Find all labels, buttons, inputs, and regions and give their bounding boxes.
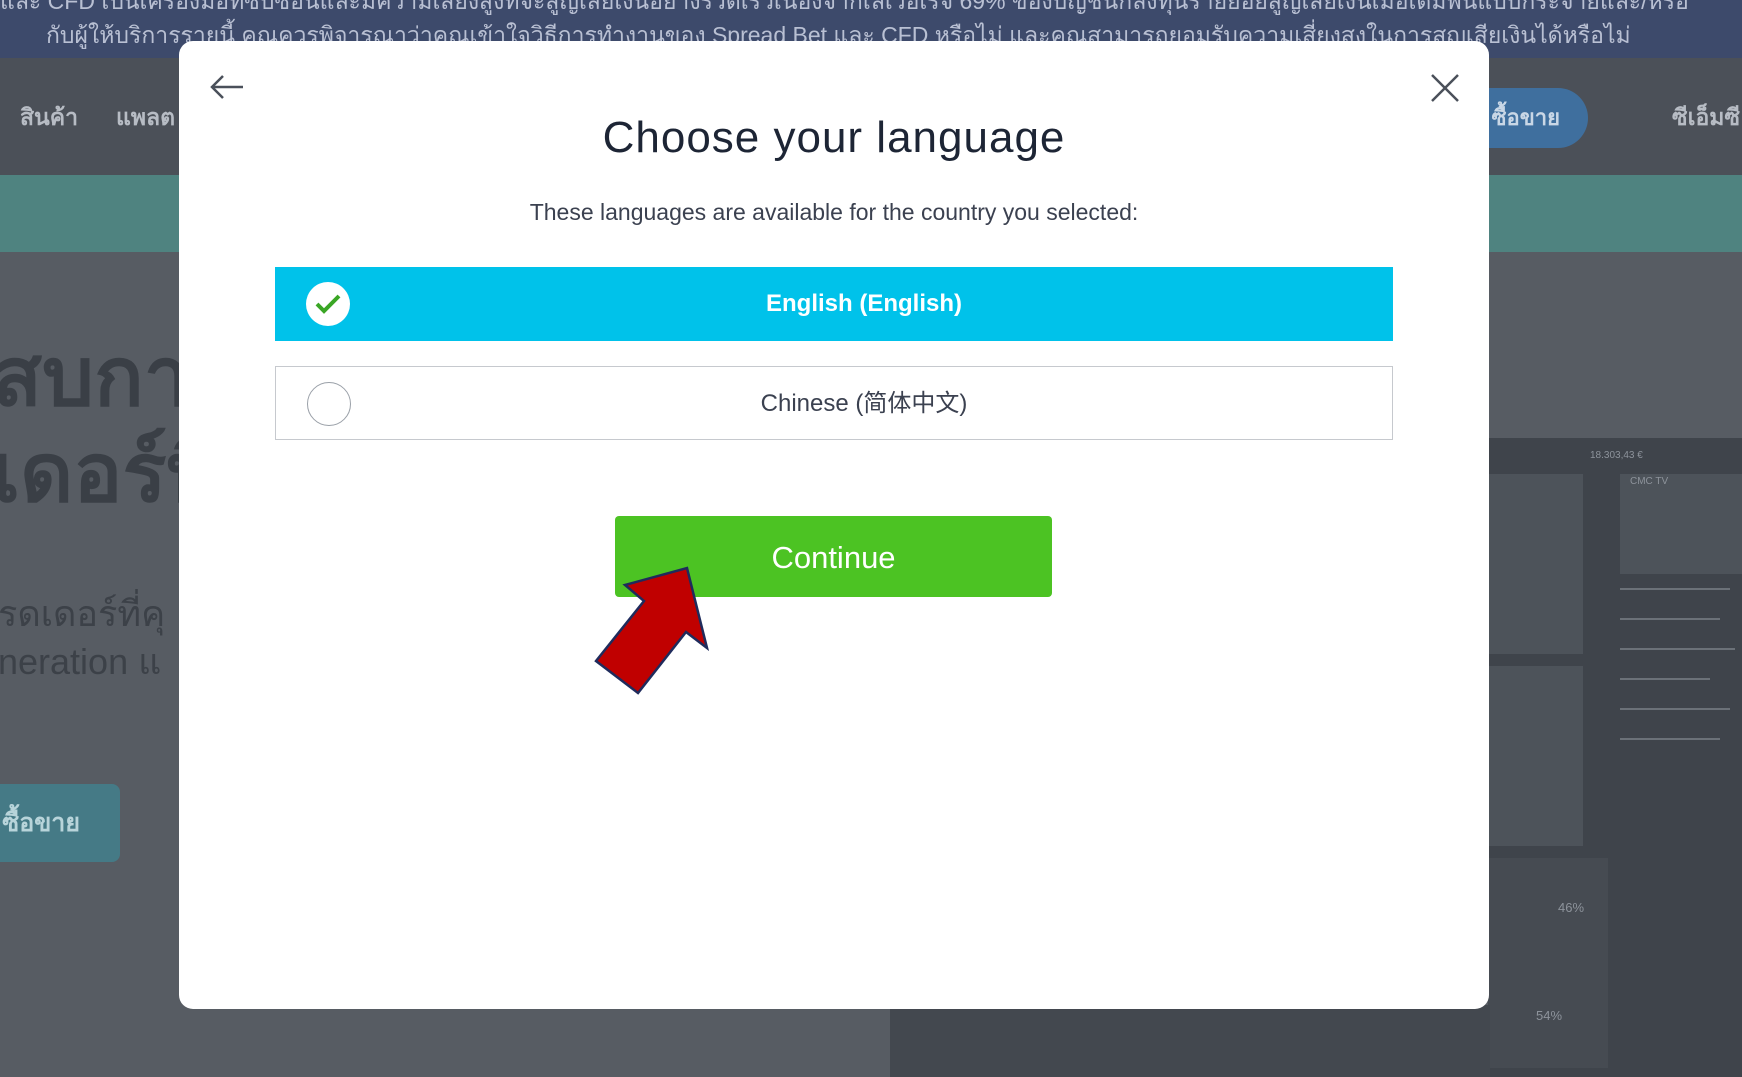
language-modal: Choose your language These languages are… [179,41,1489,1009]
feed-line [1620,588,1730,590]
donut-pane [1488,858,1608,1068]
hero-subheading-line-2: neration แ [0,641,162,682]
tv-pane [1620,474,1742,574]
feed-line [1620,648,1735,650]
platform-lower-screenshot [890,1005,1490,1077]
balance-value: 18.303,43 € [1590,450,1643,461]
chart-pane-2 [1488,666,1583,846]
nav-item-products[interactable]: สินค้า [20,100,78,136]
red-pointer-arrow [594,566,710,695]
risk-warning-line-1: และ CFD เป็นเครื่องมือที่ซับซ้อนและมีควา… [0,0,1689,14]
close-icon[interactable] [1428,71,1462,105]
modal-title: Choose your language [602,113,1066,162]
modal-subtitle: These languages are available for the co… [529,199,1139,225]
hero-trade-button[interactable]: ซื้อขาย [0,784,120,862]
nav-item-platform[interactable]: แพลต [116,100,175,136]
cmc-tv-label: CMC TV [1630,476,1669,487]
feed-line [1620,618,1720,620]
language-option-label: Chinese (简体中文) [760,390,968,417]
arrow-left-icon[interactable] [207,67,247,107]
feed-line [1620,738,1720,740]
platform-screenshot: 18.303,43 € CMC TV 46% 54% [1488,438,1742,1077]
hero-subheading-line-1: รดเดอร์ที่คุ [0,593,166,634]
percent-value-2: 54% [1536,1008,1563,1023]
chart-pane-1 [1488,474,1583,654]
nav-item-cmc[interactable]: ซีเอ็มซี [1672,100,1740,136]
feed-line [1620,678,1710,680]
feed-line [1620,708,1730,710]
language-option-label: English (English) [766,290,962,317]
language-option-english[interactable]: English (English) [275,267,1393,341]
percent-value-1: 46% [1558,900,1585,915]
hero-subheading: รดเดอร์ที่คุ neration แ [0,590,165,686]
language-option-chinese[interactable]: Chinese (简体中文) [275,366,1393,440]
